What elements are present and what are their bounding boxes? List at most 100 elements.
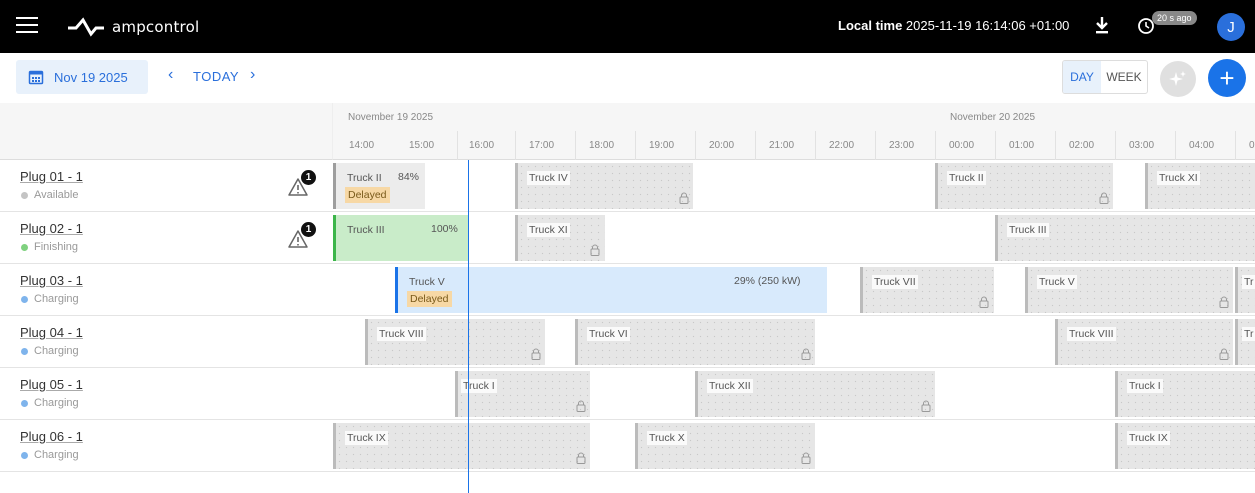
hour-divider <box>935 131 936 160</box>
plug-list: Plug 01 - 1 Available 1 Plug 02 - 1 Fini… <box>0 160 333 493</box>
truck-label: Truck VI <box>587 327 630 341</box>
planned-session-block[interactable]: Truck XI <box>515 215 605 261</box>
planned-session-block[interactable]: Truck II <box>935 163 1113 209</box>
logo-text: ampcontrol <box>112 18 200 36</box>
lock-icon <box>801 452 811 464</box>
truck-label: Truck II <box>347 172 382 184</box>
local-time-value: 2025-11-19 16:14:06 +01:00 <box>905 18 1070 33</box>
timeline-row: Truck IX Truck X Truck IX <box>333 420 1255 472</box>
planned-session-block[interactable]: Truck IX <box>1115 423 1255 469</box>
hour-label: 22:00 <box>829 140 855 151</box>
timeline-row: Truck I Truck XII Truck I <box>333 368 1255 420</box>
timeline-date-label: November 20 2025 <box>950 112 1036 123</box>
today-button[interactable]: TODAY <box>193 69 239 84</box>
timeline-row: Truck III 100% Truck XI Truck III <box>333 212 1255 264</box>
local-time-label: Local time <box>838 18 903 33</box>
sparkle-icon <box>1169 71 1186 86</box>
timeline-date-label: November 19 2025 <box>348 112 434 123</box>
planned-session-block[interactable]: Truck XI <box>1145 163 1255 209</box>
planned-session-block[interactable]: Truck I <box>455 371 590 417</box>
timeline-header: November 19 2025 November 20 2025 14:00 … <box>333 103 1255 160</box>
lock-icon <box>531 348 541 360</box>
warning-indicator[interactable]: 1 <box>287 170 319 197</box>
planned-session-block[interactable]: Truck VII <box>860 267 994 313</box>
warning-indicator[interactable]: 1 <box>287 222 319 249</box>
timeline-row: Truck II 84% Delayed Truck IV Truck II T… <box>333 160 1255 212</box>
plug-row: Plug 06 - 1 Charging <box>0 420 333 472</box>
download-icon[interactable] <box>1094 16 1110 36</box>
plug-status-text: Charging <box>34 293 79 305</box>
plug-status-text: Charging <box>34 449 79 461</box>
plug-name-link[interactable]: Plug 01 - 1 <box>20 169 83 184</box>
view-week-button[interactable]: WEEK <box>1101 61 1147 93</box>
hour-label: 01:00 <box>1009 140 1035 151</box>
date-label: Nov 19 2025 <box>54 69 128 85</box>
add-button[interactable]: + <box>1208 59 1246 97</box>
lock-icon <box>979 296 989 308</box>
planned-session-block[interactable]: Tr <box>1235 267 1255 313</box>
hour-label: 04:00 <box>1189 140 1215 151</box>
plug-status-text: Finishing <box>34 241 79 253</box>
chevron-right-icon[interactable]: › <box>250 66 255 84</box>
timeline: November 19 2025 November 20 2025 14:00 … <box>333 103 1255 493</box>
hour-label: 23:00 <box>889 140 915 151</box>
hour-divider <box>1055 131 1056 160</box>
plug-name-link[interactable]: Plug 02 - 1 <box>20 221 83 236</box>
plug-name-link[interactable]: Plug 05 - 1 <box>20 377 83 392</box>
ai-sparkle-button[interactable] <box>1160 61 1196 97</box>
planned-session-block[interactable]: Truck X <box>635 423 815 469</box>
hour-divider <box>875 131 876 160</box>
plug-row: Plug 02 - 1 Finishing 1 <box>0 212 333 264</box>
hour-label: 19:00 <box>649 140 675 151</box>
planned-session-block[interactable]: Truck IV <box>515 163 693 209</box>
hour-label: 20:00 <box>709 140 735 151</box>
planned-session-block[interactable]: Truck V <box>1025 267 1233 313</box>
planned-session-block[interactable]: Truck III <box>995 215 1255 261</box>
app-logo[interactable]: ampcontrol <box>66 15 199 39</box>
charge-percent: 84% <box>398 171 420 183</box>
charge-power: 29% (250 kW) <box>734 275 801 287</box>
chevron-left-icon[interactable]: ‹ <box>168 66 173 84</box>
planned-session-block[interactable]: Tr <box>1235 319 1255 365</box>
hour-label: 00:00 <box>949 140 975 151</box>
ampcontrol-logo-icon <box>68 17 104 37</box>
hour-divider <box>1115 131 1116 160</box>
date-picker-button[interactable]: Nov 19 2025 <box>16 60 148 94</box>
plug-row: Plug 05 - 1 Charging <box>0 368 333 420</box>
user-avatar[interactable]: J <box>1217 13 1245 41</box>
hour-divider <box>815 131 816 160</box>
lock-icon <box>1219 348 1229 360</box>
charging-session-block[interactable]: Truck V 29% (250 kW) Delayed <box>395 267 827 313</box>
plug-name-link[interactable]: Plug 06 - 1 <box>20 429 83 444</box>
timeline-row: Truck V 29% (250 kW) Delayed Truck VII T… <box>333 264 1255 316</box>
planned-session-block[interactable]: Truck IX <box>333 423 590 469</box>
hour-label: 18:00 <box>589 140 615 151</box>
planned-session-block[interactable]: Truck XII <box>695 371 935 417</box>
plug-status: Charging <box>21 397 79 409</box>
truck-label: Truck II <box>947 171 986 185</box>
planned-session-block[interactable]: Truck I <box>1115 371 1255 417</box>
charging-session-block[interactable]: Truck III 100% <box>333 215 468 261</box>
plug-name-link[interactable]: Plug 04 - 1 <box>20 325 83 340</box>
view-day-button[interactable]: DAY <box>1063 61 1101 93</box>
status-dot <box>21 295 28 303</box>
hour-label: 03:00 <box>1129 140 1155 151</box>
plug-name-link[interactable]: Plug 03 - 1 <box>20 273 83 288</box>
truck-label: Truck III <box>347 224 385 236</box>
hour-divider <box>515 131 516 160</box>
header-corner <box>0 103 333 160</box>
plug-status-text: Charging <box>34 345 79 357</box>
planned-session-block[interactable]: Truck VIII <box>365 319 545 365</box>
truck-label: Tr <box>1242 275 1255 289</box>
status-dot <box>21 399 28 407</box>
planned-session-block[interactable]: Truck VIII <box>1055 319 1233 365</box>
hour-label: 0 <box>1249 140 1255 151</box>
truck-label: Truck IX <box>1127 431 1170 445</box>
truck-label: Truck V <box>1037 275 1077 289</box>
truck-label: Truck XI <box>1157 171 1200 185</box>
planned-session-block[interactable]: Truck VI <box>575 319 815 365</box>
menu-icon[interactable] <box>16 17 38 35</box>
hour-divider <box>755 131 756 160</box>
charging-session-block[interactable]: Truck II 84% Delayed <box>333 163 425 209</box>
truck-label: Truck I <box>1127 379 1163 393</box>
